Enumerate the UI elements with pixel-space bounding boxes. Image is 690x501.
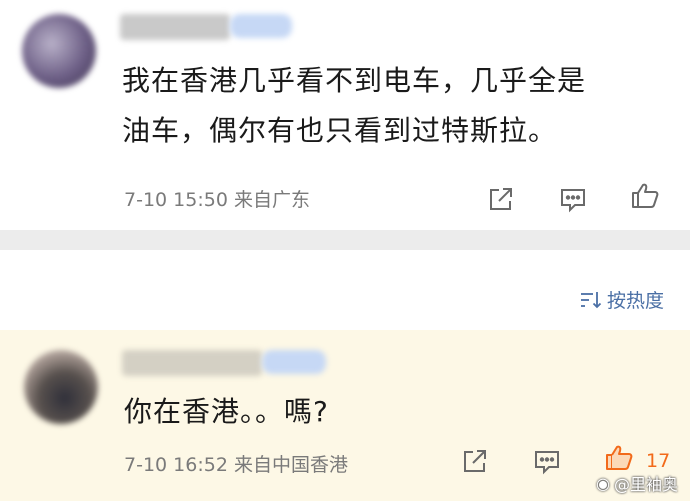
comment-text-line: 油车，偶尔有也只看到过特斯拉。 xyxy=(122,114,558,147)
share-icon[interactable] xyxy=(460,446,490,476)
user-badge-blurred xyxy=(262,350,326,374)
comment-text: 我在香港几乎看不到电车，几乎全是 油车，偶尔有也只看到过特斯拉。 xyxy=(122,56,662,156)
thumbs-up-icon-liked[interactable] xyxy=(604,442,634,472)
username-blurred[interactable] xyxy=(120,14,230,40)
username-blurred[interactable] xyxy=(122,350,262,376)
sort-bar: 按热度 xyxy=(0,250,690,330)
comment-item-highlighted: 你在香港。。嗎? 7-10 16:52 来自中国香港 17 xyxy=(0,330,690,501)
comment-icon[interactable] xyxy=(558,184,588,214)
comment-item: 我在香港几乎看不到电车，几乎全是 油车，偶尔有也只看到过特斯拉。 7-10 15… xyxy=(0,0,690,230)
sort-icon xyxy=(580,291,602,308)
sort-label: 按热度 xyxy=(606,290,664,312)
share-icon[interactable] xyxy=(486,184,516,214)
user-badge-blurred xyxy=(230,14,292,38)
comment-text: 你在香港。。嗎? xyxy=(124,395,329,428)
sort-by-hot-button[interactable]: 按热度 xyxy=(579,286,664,313)
comment-icon[interactable] xyxy=(532,446,562,476)
avatar[interactable] xyxy=(24,350,98,424)
comment-meta: 7-10 16:52 来自中国香港 xyxy=(124,454,348,476)
avatar[interactable] xyxy=(22,14,96,88)
watermark-text: @里袖奥 xyxy=(613,475,678,494)
comment-text-line: 我在香港几乎看不到电车，几乎全是 xyxy=(122,64,587,97)
comment-meta: 7-10 15:50 来自广东 xyxy=(124,189,310,211)
thumbs-up-icon[interactable] xyxy=(630,180,660,210)
section-divider xyxy=(0,230,690,250)
watermark: ◉ @里袖奥 xyxy=(596,471,678,495)
like-count: 17 xyxy=(646,450,671,472)
weibo-icon: ◉ xyxy=(596,473,610,493)
